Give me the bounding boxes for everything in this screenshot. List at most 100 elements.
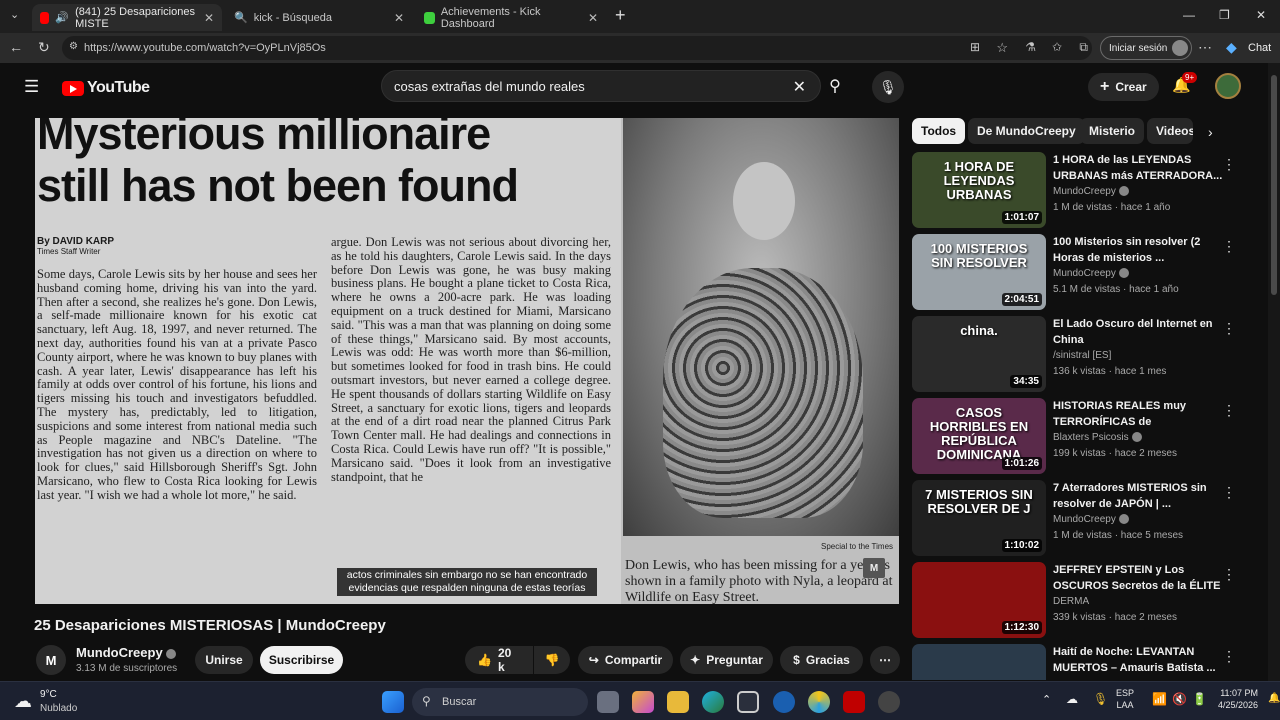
hp-app-icon[interactable] bbox=[773, 691, 795, 713]
dislike-button[interactable]: 👎 bbox=[534, 646, 570, 674]
more-vertical-icon[interactable]: ⋮ bbox=[1222, 484, 1236, 501]
clear-search-icon[interactable]: ✕ bbox=[793, 77, 806, 97]
battery-icon[interactable]: 🔋 bbox=[1192, 692, 1207, 706]
recommendation-title[interactable]: 1 HORA de las LEYENDAS URBANAS más ATERR… bbox=[1053, 152, 1223, 184]
favorite-star-icon[interactable]: ☆ bbox=[996, 40, 1008, 56]
chip-todos[interactable]: Todos bbox=[912, 118, 966, 144]
new-tab-icon[interactable]: + bbox=[615, 5, 626, 26]
copilot-app-icon[interactable] bbox=[632, 691, 654, 713]
more-vertical-icon[interactable]: ⋮ bbox=[1222, 320, 1236, 337]
recommendation-item[interactable]: 100 MISTERIOS SIN RESOLVER 2:04:51 100 Mis… bbox=[912, 234, 1258, 312]
collections-icon[interactable]: ⧉ bbox=[1079, 40, 1088, 55]
weather-icon[interactable]: ☁ bbox=[14, 691, 32, 712]
video-thumbnail[interactable]: 1 HORA DE LEYENDAS URBANAS 1:01:07 bbox=[912, 152, 1046, 228]
youtube-logo[interactable]: YouTube bbox=[62, 79, 150, 97]
chip-misterio[interactable]: Misterio bbox=[1080, 118, 1145, 144]
share-button[interactable]: ↪ Compartir bbox=[578, 646, 673, 674]
create-button[interactable]: + Crear bbox=[1088, 73, 1159, 101]
more-vertical-icon[interactable]: ⋮ bbox=[1222, 238, 1236, 255]
video-thumbnail[interactable]: CASOS HORRIBLES EN REPÚBLICA DOMINICANA 1… bbox=[912, 398, 1046, 474]
search-button[interactable]: ⚲ bbox=[820, 70, 850, 102]
video-thumbnail[interactable]: 7 MISTERIOS SIN RESOLVER DE J 1:10:02 bbox=[912, 480, 1046, 556]
close-tab-icon[interactable]: ✕ bbox=[394, 11, 404, 25]
chips-next-icon[interactable]: › bbox=[1208, 124, 1213, 140]
recommendation-channel[interactable]: Blaxters Psicosis bbox=[1053, 432, 1142, 443]
recommendation-item[interactable]: 1 HORA DE LEYENDAS URBANAS 1:01:07 1 HORA … bbox=[912, 152, 1258, 230]
tab-youtube[interactable]: 🔊 (841) 25 Desapariciones MISTE ✕ bbox=[32, 4, 222, 31]
scrollbar-thumb[interactable] bbox=[1271, 75, 1277, 295]
tray-overflow-icon[interactable]: ⌃ bbox=[1042, 693, 1051, 706]
more-options-icon[interactable]: ⋯ bbox=[1198, 39, 1212, 56]
notifications-center-icon[interactable]: 🔔 bbox=[1268, 693, 1280, 704]
recommendation-item[interactable]: china. 34:35 El Lado Oscuro del Internet e… bbox=[912, 316, 1258, 394]
recommendation-channel[interactable]: MundoCreepy bbox=[1053, 268, 1129, 279]
close-tab-icon[interactable]: ✕ bbox=[204, 11, 214, 25]
maximize-icon[interactable]: ❐ bbox=[1219, 8, 1230, 22]
recommendation-title[interactable]: El Lado Oscuro del Internet en China bbox=[1053, 316, 1223, 348]
chip-de-mundocreepy[interactable]: De MundoCreepy bbox=[968, 118, 1085, 144]
video-thumbnail[interactable]: 100 MISTERIOS SIN RESOLVER 2:04:51 bbox=[912, 234, 1046, 310]
mcafee-icon[interactable] bbox=[843, 691, 865, 713]
menu-icon[interactable]: ☰ bbox=[24, 77, 39, 97]
more-vertical-icon[interactable]: ⋮ bbox=[1222, 402, 1236, 419]
ask-button[interactable]: ✦ Preguntar bbox=[680, 646, 773, 674]
like-button[interactable]: 👍 20 k bbox=[465, 646, 533, 674]
chrome-canary-icon[interactable] bbox=[808, 691, 830, 713]
thanks-button[interactable]: $ Gracias bbox=[780, 646, 863, 674]
wifi-icon[interactable]: 📶 bbox=[1152, 692, 1167, 706]
tray-mic-icon[interactable]: 🎙 bbox=[1093, 692, 1108, 706]
signin-button[interactable]: Iniciar sesión bbox=[1100, 36, 1193, 60]
voice-search-button[interactable]: 🎙 bbox=[872, 71, 904, 103]
reload-icon[interactable]: ↻ bbox=[38, 39, 50, 56]
file-explorer-icon[interactable] bbox=[667, 691, 689, 713]
chat-label[interactable]: Chat bbox=[1248, 42, 1271, 54]
recommendation-item[interactable]: 7 MISTERIOS SIN RESOLVER DE J 1:10:02 7 At… bbox=[912, 480, 1258, 558]
recommendation-title[interactable]: JEFFREY EPSTEIN y Los OSCUROS Secretos d… bbox=[1053, 562, 1223, 594]
video-thumbnail[interactable]: china. 34:35 bbox=[912, 316, 1046, 392]
recommendation-channel[interactable]: MundoCreepy bbox=[1053, 186, 1129, 197]
favorites-icon[interactable]: ✩ bbox=[1052, 40, 1062, 54]
recommendation-channel[interactable]: /sinistral [ES] bbox=[1053, 350, 1111, 361]
address-bar[interactable]: ⚙ https://www.youtube.com/watch?v=OyPLnV… bbox=[62, 36, 1092, 60]
tab-kick-dashboard[interactable]: Achievements - Kick Dashboard ✕ bbox=[416, 4, 606, 31]
apps-icon[interactable]: ⊞ bbox=[970, 40, 980, 54]
tab-list-icon[interactable]: ⌄ bbox=[10, 8, 19, 21]
recommendation-channel[interactable]: DERMA bbox=[1053, 596, 1089, 607]
channel-watermark[interactable]: M bbox=[863, 558, 885, 578]
chip-videos[interactable]: Videos bbox=[1147, 118, 1193, 144]
more-vertical-icon[interactable]: ⋮ bbox=[1222, 566, 1236, 583]
channel-name[interactable]: MundoCreepy bbox=[76, 645, 176, 660]
join-button[interactable]: Unirse bbox=[195, 646, 253, 674]
subscribe-button[interactable]: Suscribirse bbox=[260, 646, 343, 674]
video-player[interactable]: Mysterious millionaire still has not bee… bbox=[35, 118, 899, 604]
onedrive-icon[interactable]: ☁ bbox=[1066, 692, 1078, 706]
recommendation-channel[interactable]: MundoCreepy bbox=[1053, 514, 1129, 525]
store-icon[interactable] bbox=[737, 691, 759, 713]
site-info-icon[interactable]: ⚙ bbox=[69, 41, 78, 52]
tab-kick-search[interactable]: 🔍 kick - Búsqueda ✕ bbox=[226, 4, 412, 31]
account-avatar[interactable] bbox=[1215, 73, 1241, 99]
back-icon[interactable]: ← bbox=[9, 39, 23, 55]
more-vertical-icon[interactable]: ⋮ bbox=[1222, 156, 1236, 173]
copilot-icon[interactable]: ◆ bbox=[1226, 39, 1237, 56]
channel-avatar[interactable]: M bbox=[36, 645, 66, 675]
close-window-icon[interactable]: ✕ bbox=[1256, 8, 1266, 22]
start-windows-icon[interactable] bbox=[382, 691, 404, 713]
recommendation-title[interactable]: HISTORIAS REALES muy TERRORÍFICAS de REP… bbox=[1053, 398, 1223, 430]
recommendation-item[interactable]: CASOS HORRIBLES EN REPÚBLICA DOMINICANA 1… bbox=[912, 398, 1258, 476]
recommendation-title[interactable]: Haití de Noche: LEVANTAN MUERTOS – Amaur… bbox=[1053, 644, 1223, 676]
video-thumbnail[interactable] bbox=[912, 644, 1046, 680]
recommendation-title[interactable]: 7 Aterradores MISTERIOS sin resolver de … bbox=[1053, 480, 1223, 512]
search-input[interactable]: cosas extrañas del mundo reales ✕ bbox=[381, 70, 821, 102]
video-thumbnail[interactable]: 1:12:30 bbox=[912, 562, 1046, 638]
more-vertical-icon[interactable]: ⋮ bbox=[1222, 648, 1236, 665]
clock[interactable]: 11:07 PM 4/25/2026 bbox=[1218, 687, 1258, 711]
edge-browser-icon[interactable] bbox=[702, 691, 724, 713]
close-tab-icon[interactable]: ✕ bbox=[588, 11, 598, 25]
recommendation-item[interactable]: 1:12:30 JEFFREY EPSTEIN y Los OSCUROS Sec… bbox=[912, 562, 1258, 640]
page-scrollbar[interactable] bbox=[1268, 63, 1280, 681]
recommendation-item[interactable]: Haití de Noche: LEVANTAN MUERTOS – Amaur… bbox=[912, 644, 1258, 680]
task-view-icon[interactable] bbox=[597, 691, 619, 713]
more-actions-button[interactable]: ⋯ bbox=[870, 646, 900, 674]
extensions-icon[interactable]: ⚗ bbox=[1025, 40, 1036, 54]
